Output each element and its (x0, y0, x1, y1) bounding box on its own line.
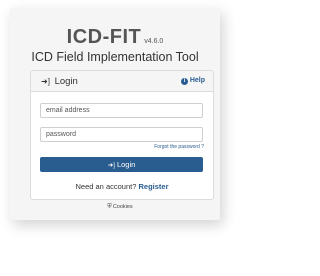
app-name: ICD-FIT (66, 26, 142, 48)
password-placeholder: password (46, 131, 76, 138)
email-placeholder: email address (46, 107, 90, 114)
login-button-label: Login (116, 160, 136, 169)
sign-in-icon: ➜] (107, 162, 115, 169)
register-link[interactable]: Register (138, 182, 168, 191)
email-field[interactable]: email address (40, 103, 203, 118)
shield-icon: ⛨ (107, 204, 112, 210)
help-label: Help (189, 77, 205, 84)
need-account-text: Need an account? (75, 182, 137, 191)
app-tagline: ICD Field Implementation Tool (31, 50, 199, 64)
login-panel-heading: ➜] Login i Help (31, 71, 213, 92)
login-button[interactable]: ➜] Login (40, 157, 203, 172)
login-panel: ➜] Login i Help email address password Fo… (30, 70, 214, 200)
sign-in-icon: ➜] (41, 77, 50, 86)
forgot-password-link[interactable]: Forgot the password ? (154, 144, 204, 150)
login-panel-title: ➜] Login (41, 76, 78, 87)
register-line: Need an account? Register (31, 182, 213, 191)
app-version: v4.6.0 (144, 38, 164, 45)
info-circle-icon: i (180, 78, 188, 85)
cookies-label: Cookies (112, 204, 133, 210)
brand: ICD-FIT v4.6.0 (10, 26, 220, 49)
login-card: ICD-FIT v4.6.0 ICD Field Implementation T… (10, 8, 220, 220)
help-link[interactable]: i Help (180, 77, 205, 85)
password-field[interactable]: password (40, 127, 203, 142)
cookies-link[interactable]: ⛨Cookies (0, 204, 240, 211)
login-title-text: Login (54, 76, 78, 87)
page: ICD-FIT v4.6.0 ICD Field Implementation T… (0, 0, 240, 276)
